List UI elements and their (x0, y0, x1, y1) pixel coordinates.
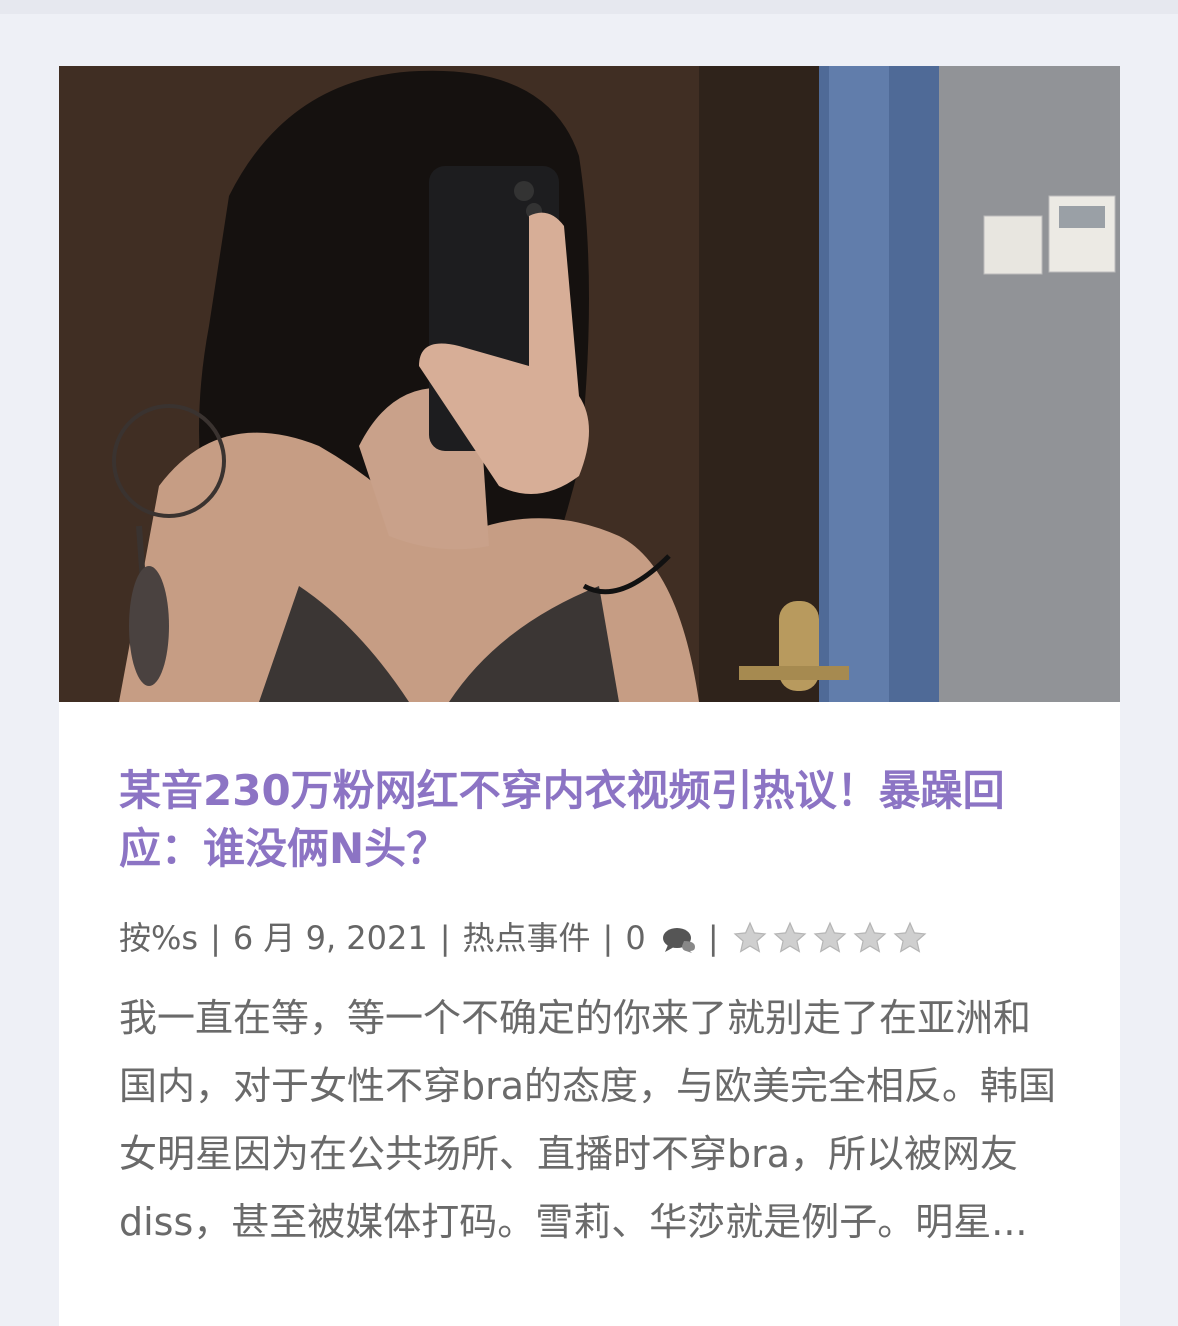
post-category[interactable]: 热点事件 (463, 918, 591, 958)
post-featured-image[interactable] (59, 66, 1120, 702)
meta-separator: | (439, 919, 451, 957)
post-author[interactable]: 按%s (119, 918, 198, 958)
post-comments[interactable]: 0 (625, 918, 696, 958)
post-title[interactable]: 某音230万粉网红不穿内衣视频引热议！暴躁回应：谁没俩N头？ (119, 762, 1060, 878)
post-card: 某音230万粉网红不穿内衣视频引热议！暴躁回应：谁没俩N头？ 按%s | 6 月… (59, 66, 1120, 1326)
previous-card-edge (0, 0, 1178, 14)
comment-icon (662, 928, 695, 953)
post-date: 6 月 9, 2021 (232, 919, 428, 957)
post-rating (731, 920, 929, 956)
meta-separator: | (210, 919, 221, 957)
star-empty-icon (853, 921, 887, 953)
post-meta: 按%s | 6 月 9, 2021 | 热点事件 | 0 | (119, 918, 1060, 958)
star-empty-icon (893, 921, 927, 953)
post-content: 某音230万粉网红不穿内衣视频引热议！暴躁回应：谁没俩N头？ 按%s | 6 月… (59, 702, 1120, 1256)
meta-separator: | (707, 919, 719, 957)
featured-photo (59, 66, 1120, 702)
star-empty-icon (813, 921, 847, 953)
meta-separator: | (602, 919, 614, 957)
post-excerpt: 我一直在等，等一个不确定的你来了就别走了在亚洲和国内，对于女性不穿bra的态度，… (119, 996, 1057, 1244)
comment-count: 0 (625, 919, 646, 957)
star-empty-icon (773, 921, 807, 953)
star-empty-icon (733, 921, 767, 953)
